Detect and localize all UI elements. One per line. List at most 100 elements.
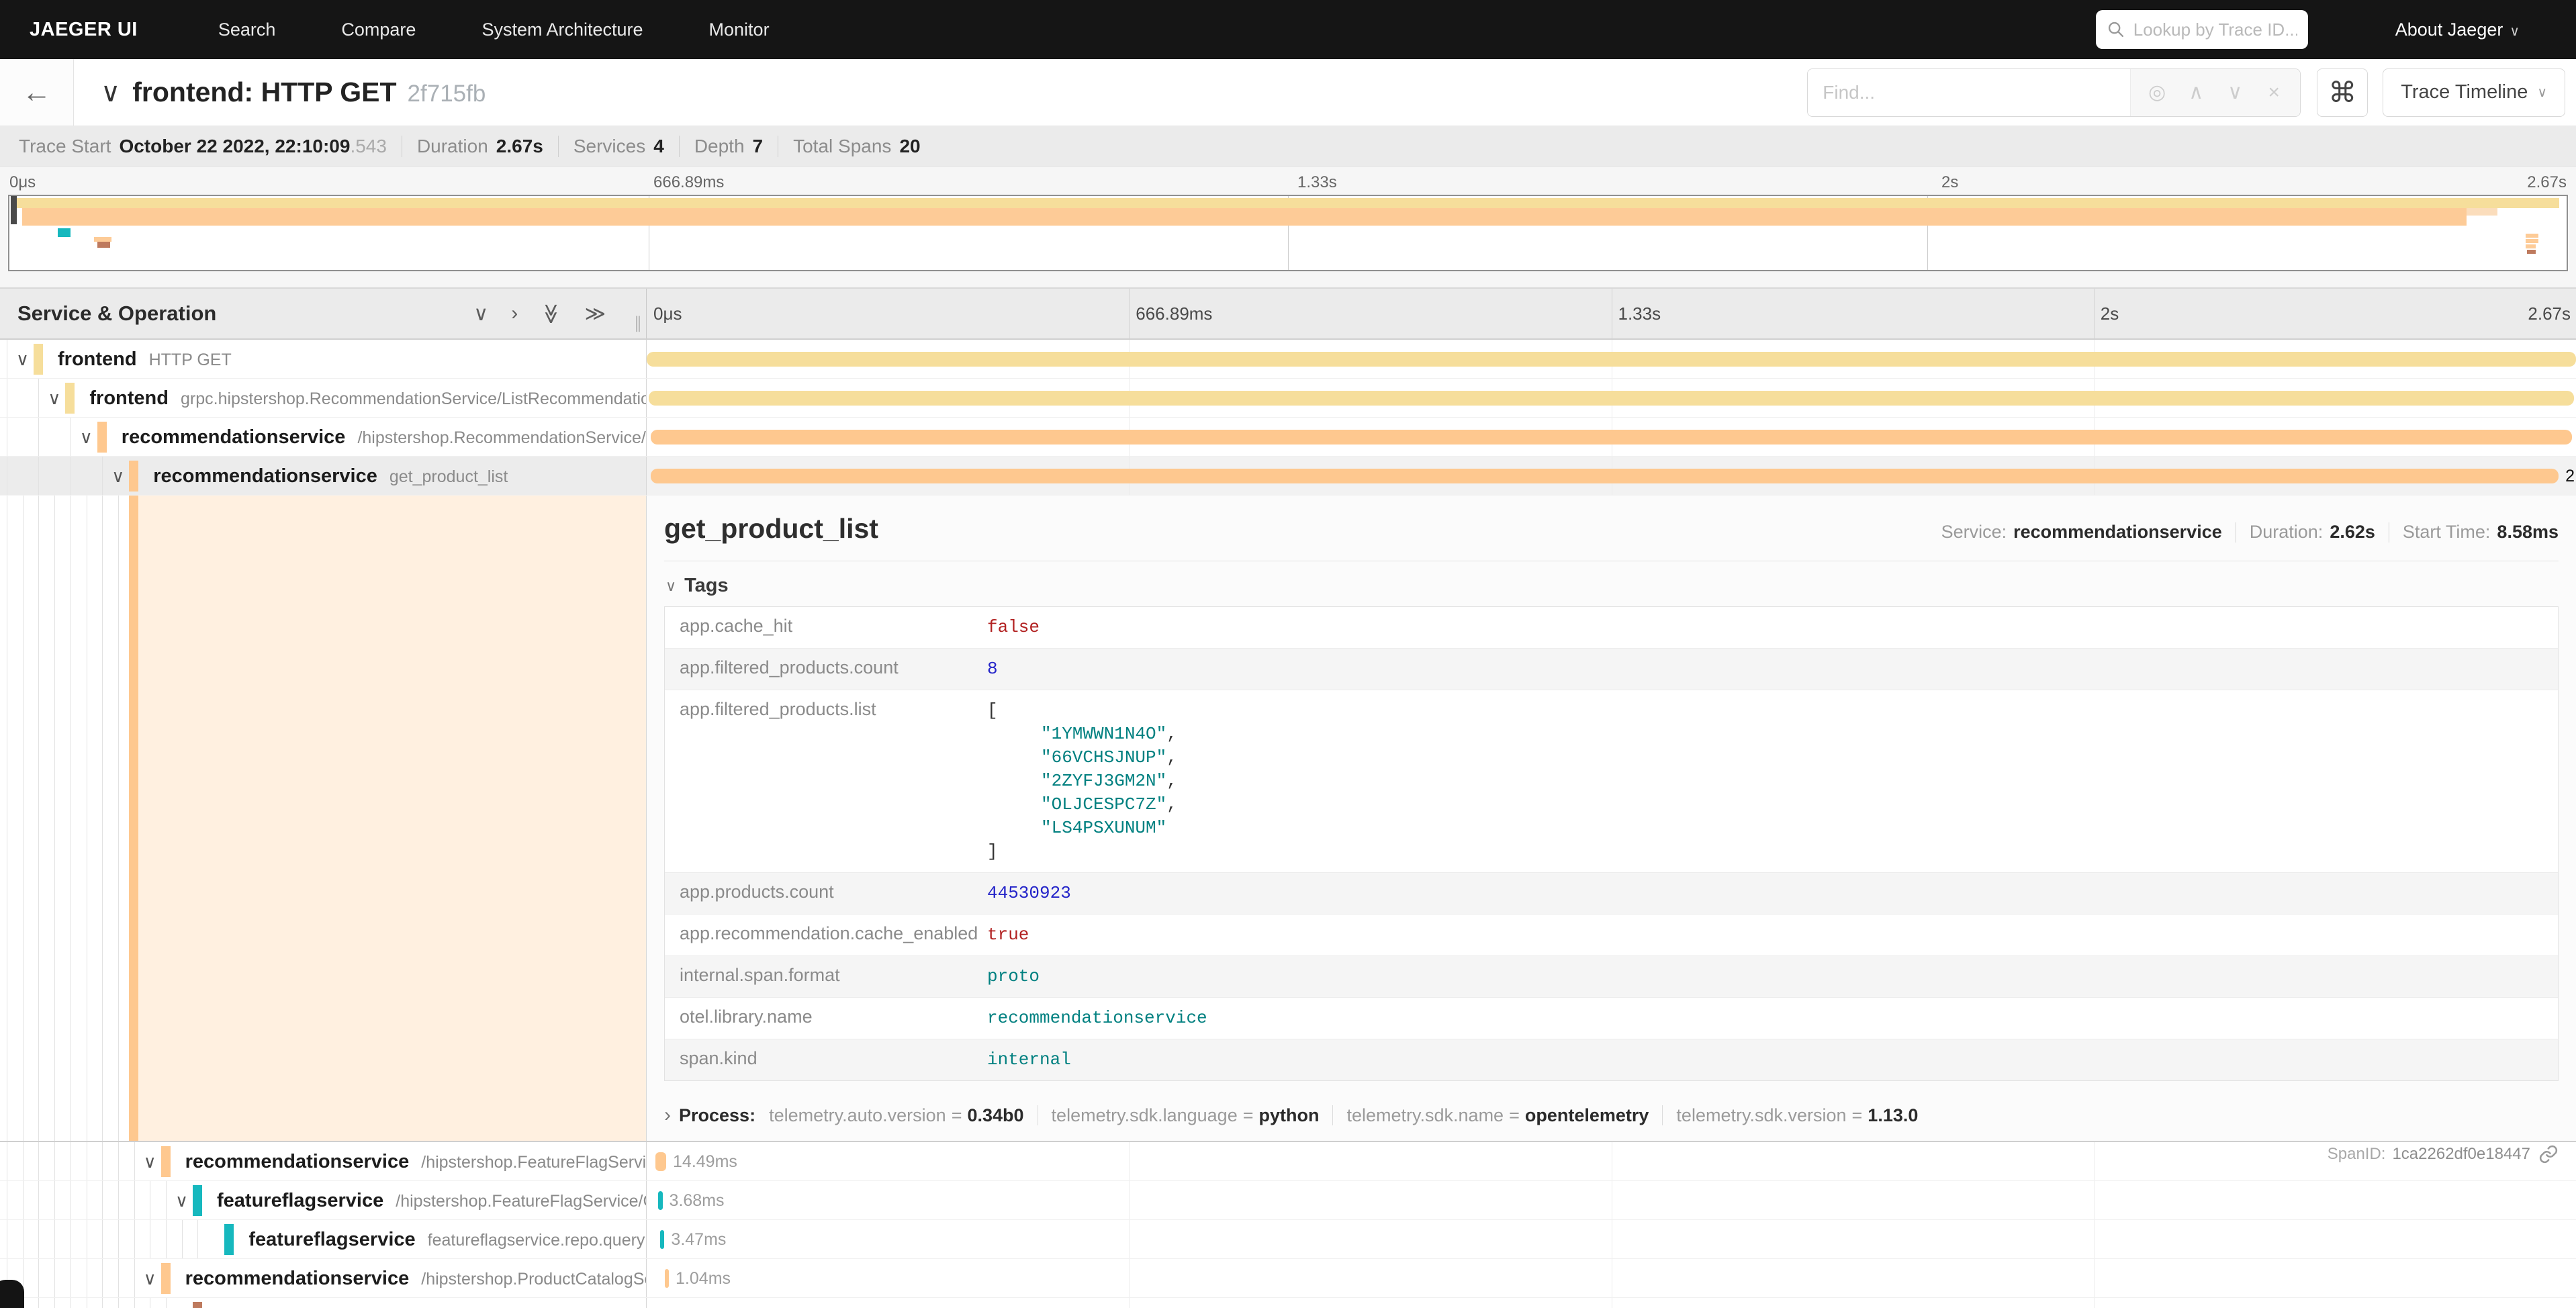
tag-row[interactable]: app.filtered_products.list["1YMWWN1N4O",… xyxy=(665,690,2558,873)
tag-key: app.filtered_products.list xyxy=(665,690,987,729)
span-row[interactable]: ∨featureflagservice/hipstershop.FeatureF… xyxy=(0,1181,2576,1220)
expand-one-icon[interactable]: › xyxy=(511,302,518,325)
minimap-canvas[interactable] xyxy=(8,195,2568,271)
tag-key: app.filtered_products.count xyxy=(665,649,987,687)
tag-row[interactable]: span.kindinternal xyxy=(665,1039,2558,1080)
collapse-all-icon[interactable]: ≫ xyxy=(541,302,561,326)
trace-minimap: 0μs666.89ms1.33s2s2.67s xyxy=(0,167,2576,287)
tag-key: otel.library.name xyxy=(665,998,987,1036)
span-duration-bar[interactable] xyxy=(651,430,2573,445)
indent-guide xyxy=(166,1298,167,1308)
expand-collapse-chevron-icon[interactable]: ∨ xyxy=(144,1259,156,1297)
collapse-trace-chevron-icon[interactable]: ∨ xyxy=(101,77,120,108)
span-row-selected[interactable]: ∨ recommendationserviceget_product_list 2.… xyxy=(0,457,2576,496)
span-name-column: ∨recommendationservice/hipstershop.Produ… xyxy=(0,1259,646,1297)
back-panel: ← xyxy=(0,59,74,126)
separator xyxy=(1662,1105,1663,1125)
tag-row[interactable]: app.cache_hitfalse xyxy=(665,607,2558,649)
span-bar-column[interactable]: 14.49ms xyxy=(646,1142,2576,1180)
indent-guide xyxy=(102,1259,103,1297)
find-input[interactable] xyxy=(1808,69,2130,116)
service-name: recommendationservice/hipstershop.Recomm… xyxy=(122,418,646,456)
process-value: opentelemetry xyxy=(1525,1105,1649,1125)
span-row[interactable]: ∨frontendgrpc.hipstershop.Recommendation… xyxy=(0,379,2576,418)
next-result-icon[interactable]: ∨ xyxy=(2215,81,2254,104)
process-attribute: telemetry.sdk.language=python xyxy=(1052,1105,1320,1126)
keyboard-shortcuts-button[interactable]: ⌘ xyxy=(2317,68,2368,117)
tag-value: 8 xyxy=(987,649,998,690)
operation-name: /hipstershop.FeatureFlagService/Ge... xyxy=(396,1192,646,1211)
minimap-tick-label: 666.89ms xyxy=(653,173,724,192)
span-name-column: ∨frontendgrpc.hipstershop.Recommendation… xyxy=(0,379,646,417)
indent-guide xyxy=(102,1220,103,1258)
span-bar-column[interactable]: 2.62s xyxy=(646,457,2576,495)
span-duration-bar[interactable] xyxy=(665,1269,669,1288)
chevron-down-icon: ∨ xyxy=(2537,84,2547,101)
span-row[interactable] xyxy=(0,1298,2576,1308)
expand-collapse-chevron-icon[interactable]: ∨ xyxy=(80,418,93,456)
span-bar-column[interactable] xyxy=(646,340,2576,378)
span-duration-bar[interactable] xyxy=(649,391,2574,406)
tag-key: app.cache_hit xyxy=(665,607,987,645)
collapse-one-icon[interactable]: ∨ xyxy=(473,302,488,326)
tag-row[interactable]: otel.library.namerecommendationservice xyxy=(665,998,2558,1039)
trace-lookup-input[interactable] xyxy=(2133,19,2297,40)
brand-link[interactable]: JAEGER UI xyxy=(30,19,138,41)
minimap-tick-labels: 0μs666.89ms1.33s2s2.67s xyxy=(0,171,2576,195)
indent-guide xyxy=(118,1259,119,1297)
tag-value: recommendationservice xyxy=(987,998,1207,1039)
span-bar-column[interactable]: 3.47ms xyxy=(646,1220,2576,1258)
expand-collapse-chevron-icon[interactable]: ∨ xyxy=(175,1181,188,1219)
span-name-column: ∨featureflagservice/hipstershop.FeatureF… xyxy=(0,1181,646,1219)
nav-item-compare[interactable]: Compare xyxy=(341,19,416,40)
minimap-left-drag-handle[interactable] xyxy=(11,196,17,224)
minimap-span-bar xyxy=(22,208,2467,226)
span-detail-row: get_product_list Service: recommendation… xyxy=(0,496,2576,1142)
span-duration-bar[interactable] xyxy=(655,1152,666,1171)
prev-result-icon[interactable]: ∧ xyxy=(2176,81,2215,104)
span-bar-column[interactable] xyxy=(646,1298,2576,1308)
tag-row[interactable]: app.recommendation.cache_enabledtrue xyxy=(665,915,2558,956)
span-name-column xyxy=(0,1298,646,1308)
nav-item-search[interactable]: Search xyxy=(218,19,276,40)
bottom-left-overlay[interactable] xyxy=(0,1280,24,1308)
span-bar-column[interactable] xyxy=(646,418,2576,456)
span-duration-bar[interactable] xyxy=(647,352,2576,367)
span-row[interactable]: ∨frontendHTTP GET xyxy=(0,340,2576,379)
span-bar-column[interactable] xyxy=(646,379,2576,417)
nav-item-system-architecture[interactable]: System Architecture xyxy=(481,19,643,40)
expand-collapse-chevron-icon[interactable]: ∨ xyxy=(144,1142,156,1180)
tag-row[interactable]: internal.span.formatproto xyxy=(665,956,2558,998)
process-section[interactable]: › Process: telemetry.auto.version=0.34b0… xyxy=(664,1104,2559,1127)
tags-section-toggle[interactable]: ∨ Tags xyxy=(665,575,2559,597)
expand-collapse-chevron-icon[interactable]: ∨ xyxy=(48,379,60,417)
summary-value: 20 xyxy=(899,136,920,157)
indent-guide xyxy=(118,1181,119,1219)
span-bar-column[interactable]: 3.68ms xyxy=(646,1181,2576,1219)
span-row[interactable]: ∨recommendationservice/hipstershop.Produ… xyxy=(0,1259,2576,1298)
span-row[interactable]: ∨ recommendationservice/hipstershop.Recom… xyxy=(0,418,2576,457)
span-duration-bar[interactable] xyxy=(658,1191,663,1210)
process-key: telemetry.auto.version xyxy=(769,1105,946,1125)
clear-icon[interactable]: × xyxy=(2254,81,2293,104)
span-row[interactable]: ∨recommendationservice/hipstershop.Featu… xyxy=(0,1142,2576,1181)
expand-collapse-chevron-icon[interactable]: ∨ xyxy=(16,340,29,378)
grid-line xyxy=(2094,1220,2095,1258)
span-bar-column[interactable]: 1.04ms xyxy=(646,1259,2576,1297)
span-duration-bar[interactable] xyxy=(660,1230,665,1249)
nav-item-monitor[interactable]: Monitor xyxy=(709,19,770,40)
locate-icon[interactable]: ◎ xyxy=(2137,81,2176,104)
span-row[interactable]: featureflagservicefeatureflagservice.rep… xyxy=(0,1220,2576,1259)
column-splitter-handle[interactable]: ∥ xyxy=(634,314,642,333)
summary-value: 2.67s xyxy=(496,136,543,157)
expand-collapse-chevron-icon[interactable]: ∨ xyxy=(111,457,124,495)
span-duration-bar[interactable] xyxy=(651,469,2559,483)
trace-view-selector[interactable]: Trace Timeline∨ xyxy=(2383,68,2565,117)
main-nav: Search Compare System Architecture Monitor xyxy=(218,19,835,40)
tag-row[interactable]: app.filtered_products.count8 xyxy=(665,649,2558,690)
back-arrow-icon[interactable]: ← xyxy=(22,76,52,109)
expand-all-icon[interactable]: ≫ xyxy=(585,302,606,326)
service-name: recommendationserviceget_product_list xyxy=(153,457,508,495)
tag-row[interactable]: app.products.count44530923 xyxy=(665,873,2558,915)
about-jaeger-menu[interactable]: About Jaeger∨ xyxy=(2395,19,2520,40)
